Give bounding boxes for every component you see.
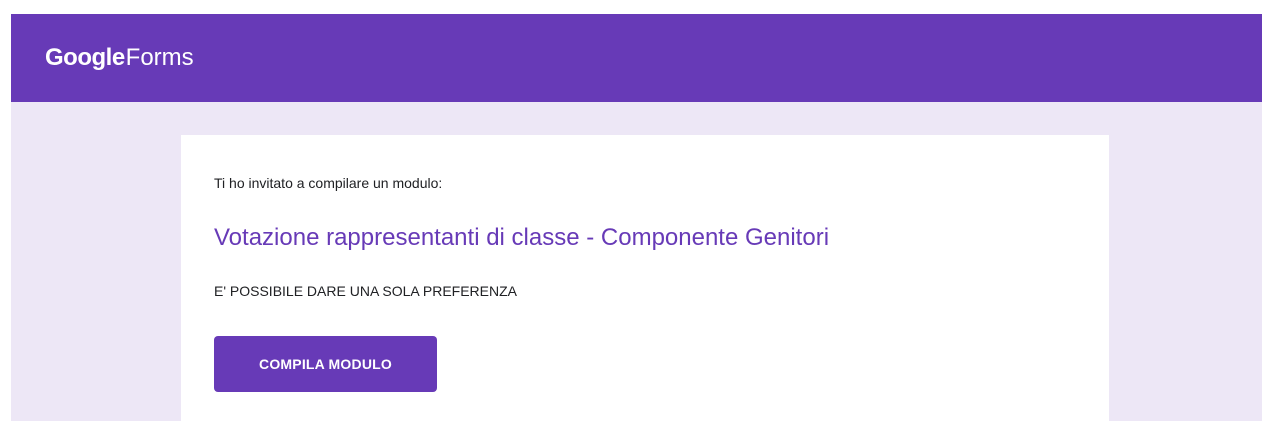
google-forms-logo: GoogleForms: [45, 43, 194, 73]
logo-google-text: Google: [45, 44, 125, 71]
fill-form-button[interactable]: COMPILA MODULO: [214, 336, 437, 392]
email-page: GoogleForms Ti ho invitato a compilare u…: [0, 0, 1262, 421]
logo-forms-text: Forms: [125, 44, 194, 71]
content-background: Ti ho invitato a compilare un modulo: Vo…: [11, 102, 1262, 421]
invitation-message: Ti ho invitato a compilare un modulo:: [214, 175, 443, 191]
header-bar: GoogleForms: [11, 14, 1262, 102]
form-description: E' POSSIBILE DARE UNA SOLA PREFERENZA: [214, 283, 517, 299]
invitation-card: Ti ho invitato a compilare un modulo: Vo…: [181, 135, 1109, 421]
form-title: Votazione rappresentanti di classe - Com…: [214, 224, 830, 251]
